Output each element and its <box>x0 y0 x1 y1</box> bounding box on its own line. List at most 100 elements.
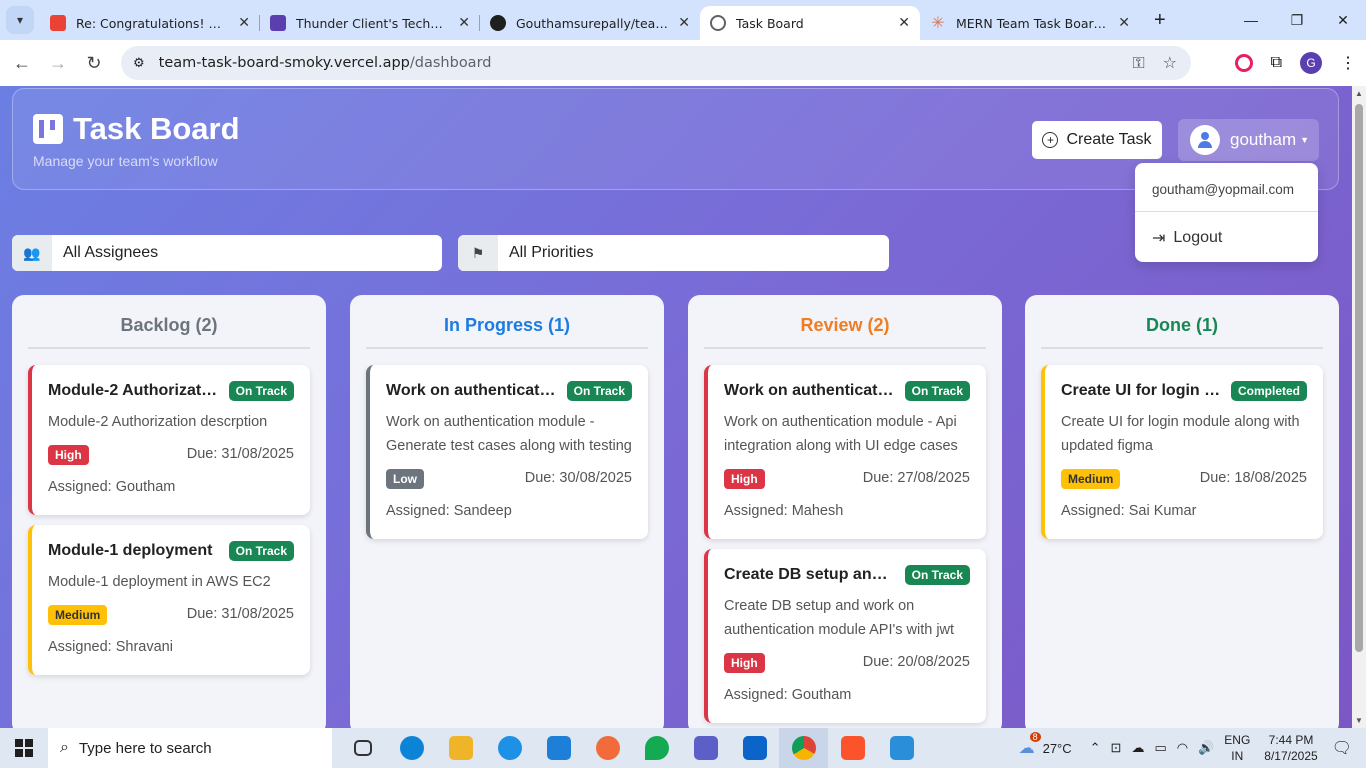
docker-icon[interactable] <box>485 728 534 768</box>
logout-menu-item[interactable]: ⇥ Logout <box>1152 228 1222 248</box>
task-card[interactable]: Module-2 Authorizati... On Track Module-2 … <box>28 365 310 515</box>
github-icon <box>490 15 506 31</box>
forward-arrow-icon[interactable]: → <box>40 53 76 74</box>
tab-title: Thunder Client's Technical As <box>296 15 450 31</box>
browser-tab[interactable]: Gouthamsurepally/team-task ✕ <box>480 7 700 39</box>
task-card[interactable]: Create DB setup and ... On Track Create DB… <box>704 549 986 723</box>
status-badge: On Track <box>228 541 294 561</box>
volume-icon[interactable]: 🔊 <box>1198 740 1214 756</box>
camera-icon[interactable]: ⊡ <box>1111 740 1122 756</box>
start-button[interactable] <box>0 728 48 768</box>
create-task-label: Create Task <box>1066 131 1152 148</box>
chrome-icon[interactable] <box>779 728 828 768</box>
weather-icon[interactable]: ☁ 8 <box>1019 732 1041 758</box>
password-key-icon[interactable]: ⚿ <box>1132 53 1144 73</box>
wifi-icon[interactable]: ◠ <box>1177 740 1188 756</box>
scroll-down-icon[interactable]: ▼ <box>1355 716 1363 725</box>
assignee: Assigned: Goutham <box>724 687 852 703</box>
back-arrow-icon[interactable]: ← <box>4 53 40 74</box>
assignee: Assigned: Sandeep <box>386 503 512 519</box>
priority-badge: High <box>724 653 765 673</box>
column-3: Done (1) Create UI for login m... Complete… <box>1025 295 1339 728</box>
close-icon[interactable]: ✕ <box>458 15 470 31</box>
due-date: Due: 27/08/2025 <box>862 470 970 486</box>
tab-search-button[interactable]: ▾ <box>6 6 34 34</box>
search-placeholder: Type here to search <box>78 739 212 757</box>
browser-tab[interactable]: Thunder Client's Technical As ✕ <box>260 7 480 39</box>
status-badge: On Track <box>904 381 970 401</box>
restore-icon[interactable]: ❐ <box>1274 0 1320 40</box>
task-title: Work on authenticati... <box>386 382 556 399</box>
language-indicator[interactable]: ENG IN <box>1224 732 1250 764</box>
file-explorer-icon[interactable] <box>436 728 485 768</box>
task-description: Module-1 deployment in AWS EC2 <box>48 574 271 590</box>
close-icon[interactable]: ✕ <box>238 15 250 31</box>
column-1: In Progress (1) Work on authenticati... On… <box>350 295 664 728</box>
username: goutham <box>1230 130 1297 149</box>
clock-time: 7:44 PM <box>1268 733 1314 747</box>
priority-filter-select[interactable]: ⚑ All Priorities <box>458 235 889 271</box>
task-card[interactable]: Module-1 deployment On Track Module-1 depl… <box>28 525 310 675</box>
address-bar[interactable]: ⚙ team-task-board-smoky.vercel.app/dashb… <box>121 46 1191 80</box>
priority-badge: Medium <box>48 605 108 625</box>
status-badge: On Track <box>228 381 294 401</box>
column-2: Review (2) Work on authenticati... On Trac… <box>688 295 1002 728</box>
system-tray: ☁ 8 27°C ⌃ ⊡ ☁ ▭ ◠ 🔊 ENG IN 7:44 PM 8/17/… <box>1019 728 1366 768</box>
close-icon[interactable]: ✕ <box>898 15 910 31</box>
assignee: Assigned: Mahesh <box>724 503 844 519</box>
plus-circle-icon: + <box>1042 132 1059 148</box>
user-menu-button[interactable]: goutham ▼ <box>1178 119 1319 161</box>
close-icon[interactable]: ✕ <box>678 15 690 31</box>
teams-icon[interactable] <box>681 728 730 768</box>
app-page: Task Board Manage your team's workflow +… <box>0 86 1352 728</box>
weather-badge: 8 <box>1029 732 1041 742</box>
url-host: team-task-board-smoky.vercel.app <box>158 55 410 71</box>
close-icon[interactable]: ✕ <box>1118 15 1130 31</box>
page-subtitle: Manage your team's workflow <box>33 153 218 169</box>
profile-avatar[interactable]: G <box>1300 52 1322 74</box>
page-scrollbar[interactable]: ▲ ▼ <box>1352 86 1366 728</box>
postman-icon[interactable] <box>583 728 632 768</box>
clock[interactable]: 7:44 PM 8/17/2025 <box>1264 732 1317 764</box>
brave-icon[interactable] <box>828 728 877 768</box>
page-title: Task Board <box>73 111 240 146</box>
close-window-icon[interactable]: ✕ <box>1320 0 1366 40</box>
caret-down-icon: ▼ <box>1300 135 1310 145</box>
mongodb-compass-icon[interactable] <box>632 728 681 768</box>
edge-icon[interactable] <box>387 728 436 768</box>
vscode-icon[interactable] <box>534 728 583 768</box>
browser-tab-active[interactable]: Task Board ✕ <box>700 6 920 40</box>
task-card[interactable]: Work on authenticati... On Track Work on a… <box>366 365 648 539</box>
task-description: Create DB setup and work on authenticati… <box>724 598 955 638</box>
task-card[interactable]: Work on authenticati... On Track Work on a… <box>704 365 986 539</box>
bookmark-star-icon[interactable]: ☆ <box>1163 53 1177 73</box>
browser-tab[interactable]: ✳ MERN Team Task Board Proje ✕ <box>920 7 1140 39</box>
scroll-up-icon[interactable]: ▲ <box>1355 89 1363 98</box>
task-card[interactable]: Create UI for login m... Completed Create … <box>1041 365 1323 539</box>
scrollbar-thumb[interactable] <box>1355 104 1363 652</box>
photos-icon[interactable] <box>877 728 926 768</box>
assignee-filter-select[interactable]: 👥 All Assignees <box>12 235 442 271</box>
site-settings-icon[interactable]: ⚙ <box>133 56 145 71</box>
region-code: IN <box>1231 749 1244 763</box>
reload-icon[interactable]: ↻ <box>76 53 112 74</box>
due-date: Due: 31/08/2025 <box>186 446 294 462</box>
notifications-icon[interactable]: 🗨 <box>1332 738 1352 758</box>
browser-tab[interactable]: Re: Congratulations! Next Ste ✕ <box>40 7 260 39</box>
extensions-puzzle-icon[interactable]: ⧉ <box>1271 54 1282 72</box>
battery-icon[interactable]: ▭ <box>1154 740 1166 756</box>
task-view-icon[interactable] <box>338 728 387 768</box>
browser-menu-icon[interactable]: ⋮ <box>1340 53 1356 73</box>
create-task-button[interactable]: + Create Task <box>1032 121 1162 159</box>
column-0: Backlog (2) Module-2 Authorizati... On Tra… <box>12 295 326 728</box>
outlook-icon[interactable] <box>730 728 779 768</box>
globe-icon <box>710 15 726 31</box>
new-tab-icon[interactable]: + <box>1154 9 1166 32</box>
color-picker-extension-icon[interactable] <box>1234 54 1253 72</box>
chevron-up-icon[interactable]: ⌃ <box>1090 740 1101 756</box>
network-cloud-icon[interactable]: ☁ <box>1131 740 1144 756</box>
claude-icon: ✳ <box>931 13 945 32</box>
taskbar-search[interactable]: ⌕ Type here to search <box>48 728 332 768</box>
minimize-icon[interactable]: — <box>1228 0 1274 40</box>
language-code: ENG <box>1224 733 1251 747</box>
